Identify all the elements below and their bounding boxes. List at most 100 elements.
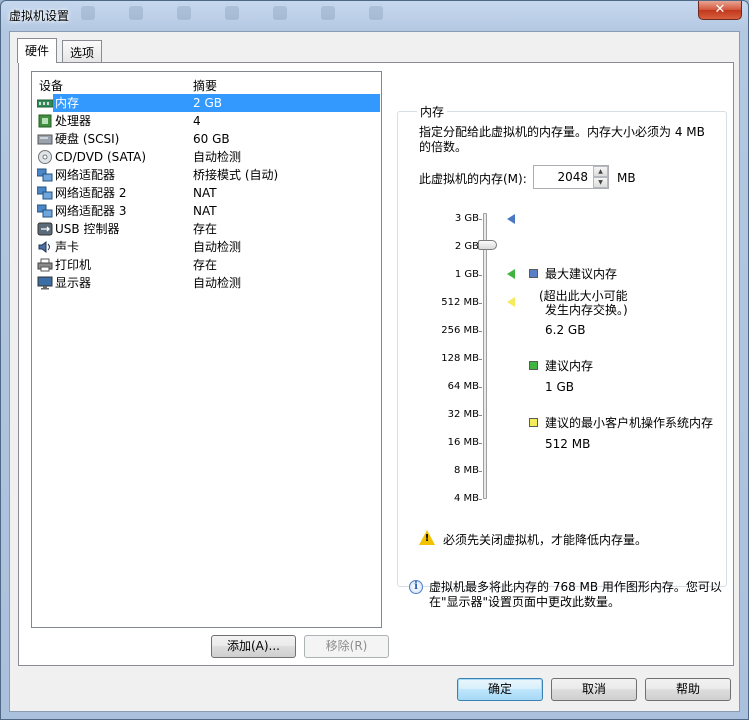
info-icon: i [409,580,423,594]
device-row-network-adapter[interactable]: 网络适配器 桥接模式 (自动) [32,166,381,184]
scale-label: 32 MB [447,409,479,420]
device-summary: 60 GB [193,132,230,146]
usb-icon [37,222,53,236]
device-summary: 4 [193,114,201,128]
device-row-harddisk[interactable]: 硬盘 (SCSI) 60 GB [32,130,381,148]
device-name: 网络适配器 3 [55,204,127,218]
device-list[interactable]: 设备 摘要 内存 2 GB 处理器 4 硬盘 (SCSI) 60 GB CD/D… [31,71,382,628]
close-button[interactable]: ✕ [698,1,742,20]
device-summary: 自动检测 [193,150,242,164]
memory-slider-thumb[interactable] [478,240,497,250]
min-guest-marker-icon [507,297,515,307]
device-name: USB 控制器 [55,222,120,236]
harddisk-icon [37,134,53,145]
min-guest-label: 建议的最小客户机操作系统内存 [545,416,714,430]
min-guest-legend-icon [529,418,538,427]
device-row-cd-dvd[interactable]: CD/DVD (SATA) 自动检测 [32,148,381,166]
device-name: 处理器 [55,114,92,128]
warning-exclamation: ! [424,533,430,544]
memory-spinbox[interactable]: ▲ ▼ [533,165,609,189]
device-name: 网络适配器 [55,168,116,182]
title-bar-background-icons [81,6,441,24]
device-row-network-adapter-2[interactable]: 网络适配器 2 NAT [32,184,381,202]
scale-label: 128 MB [441,353,479,364]
spin-down-arrow-icon[interactable]: ▼ [593,177,608,188]
slider-tick [479,331,482,332]
network-adapter-icon [37,186,53,200]
recommended-marker-icon [507,269,515,279]
scale-label: 64 MB [447,381,479,392]
device-name: CD/DVD (SATA) [55,150,147,164]
device-summary: 存在 [193,258,218,272]
device-row-display[interactable]: 显示器 自动检测 [32,274,381,292]
graphics-memory-info: 虚拟机最多将此内存的 768 MB 用作图形内存。您可以在"显示器"设置页面中更… [429,580,722,609]
column-header-device[interactable]: 设备 [39,77,63,94]
warning-text: 必须先关闭虚拟机，才能降低内存量。 [443,533,648,547]
scale-label: 512 MB [441,297,479,308]
slider-tick [479,275,482,276]
window-title: 虚拟机设置 [9,9,70,23]
device-row-processor[interactable]: 处理器 4 [32,112,381,130]
memory-slider-track[interactable] [483,213,487,499]
device-summary: 2 GB [193,96,222,110]
device-summary: NAT [193,204,217,218]
memory-unit: MB [617,171,636,185]
memory-description: 指定分配给此虚拟机的内存量。内存大小必须为 4 MB 的倍数。 [419,125,705,154]
device-summary: 存在 [193,222,218,236]
display-icon [37,276,53,290]
remove-device-button[interactable]: 移除(R) [304,635,389,658]
column-header-summary[interactable]: 摘要 [193,77,217,94]
device-name: 打印机 [55,258,92,272]
slider-tick [479,443,482,444]
tab-hardware[interactable]: 硬件 [17,38,58,63]
device-row-sound-card[interactable]: 声卡 自动检测 [32,238,381,256]
scale-label: 256 MB [441,325,479,336]
memory-input[interactable] [534,166,592,188]
printer-icon [37,258,53,272]
tab-options[interactable]: 选项 [62,40,103,62]
title-bar[interactable]: 虚拟机设置 ✕ [1,1,748,29]
network-adapter-icon [37,204,53,218]
device-name: 声卡 [55,240,80,254]
memory-group-title: 内存 [417,103,448,120]
device-summary: 自动检测 [193,276,242,290]
device-row-printer[interactable]: 打印机 存在 [32,256,381,274]
slider-tick [479,387,482,388]
slider-tick [479,219,482,220]
add-device-button[interactable]: 添加(A)... [211,635,296,658]
device-summary: NAT [193,186,217,200]
recommended-label: 建议内存 [545,359,594,373]
max-recommended-value: 6.2 GB [545,323,586,337]
device-name: 显示器 [55,276,92,290]
scale-label: 2 GB [454,241,479,252]
vm-settings-window: 虚拟机设置 ✕ 硬件 选项 设备 摘要 内存 2 GB 处理器 4 硬盘 (SC… [0,0,749,720]
device-summary: 自动检测 [193,240,242,254]
sound-icon [38,241,50,253]
scale-label: 1 GB [454,269,479,280]
max-recommended-legend-icon [529,269,538,278]
dialog-client-area: 硬件 选项 设备 摘要 内存 2 GB 处理器 4 硬盘 (SCSI) 60 G… [9,31,740,712]
cancel-button[interactable]: 取消 [551,678,637,701]
scale-label: 8 MB [453,465,479,476]
processor-icon [38,114,52,128]
device-name: 网络适配器 2 [55,186,127,200]
max-recommended-marker-icon [507,214,515,224]
help-button[interactable]: 帮助 [645,678,731,701]
device-row-network-adapter-3[interactable]: 网络适配器 3 NAT [32,202,381,220]
memory-icon [37,99,53,108]
device-row-usb-controller[interactable]: USB 控制器 存在 [32,220,381,238]
slider-tick [479,471,482,472]
device-name: 硬盘 (SCSI) [55,132,120,146]
scale-label: 3 GB [454,213,479,224]
network-adapter-icon [37,168,53,182]
recommended-value: 1 GB [545,380,574,394]
spin-up-arrow-icon[interactable]: ▲ [593,166,608,177]
cd-dvd-icon [38,150,52,164]
slider-tick [479,415,482,416]
ok-button[interactable]: 确定 [457,678,543,701]
warning-box: ! 必须先关闭虚拟机，才能降低内存量。 [405,524,725,552]
device-row-memory[interactable]: 内存 2 GB [32,94,381,112]
slider-tick [479,303,482,304]
scale-label: 4 MB [453,493,479,504]
device-list-header: 设备 摘要 [32,72,381,94]
